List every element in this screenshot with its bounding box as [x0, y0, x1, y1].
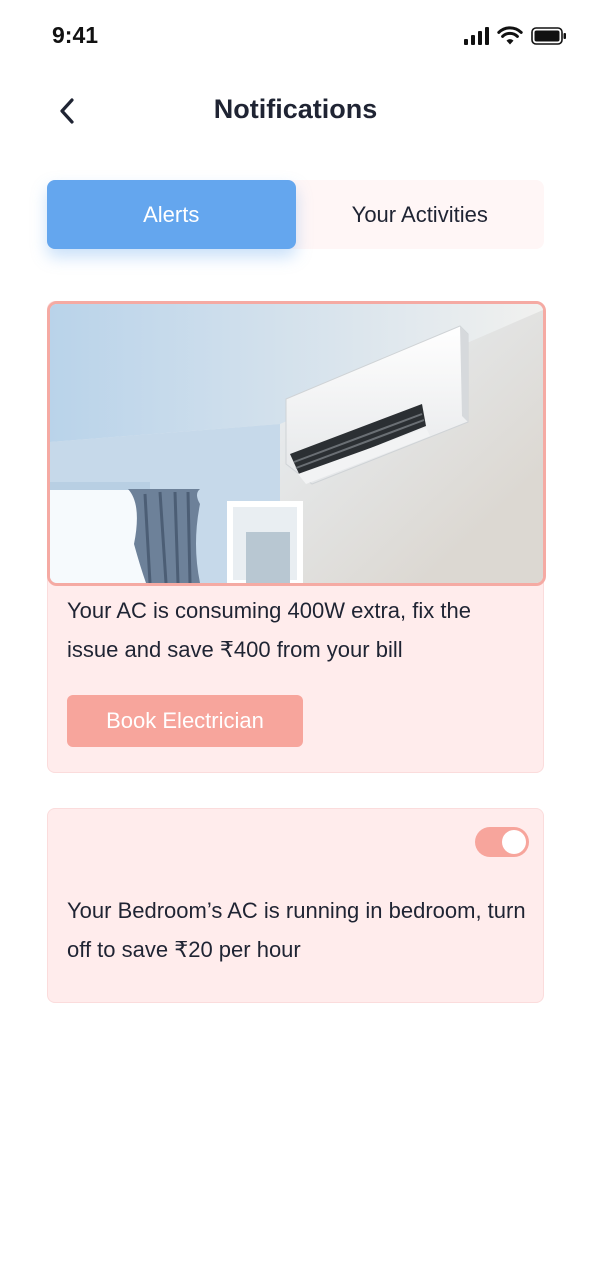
alert-message: Your AC is consuming 400W extra, fix the… — [67, 598, 471, 662]
header: Notifications — [0, 80, 591, 140]
wifi-icon — [497, 26, 523, 45]
tab-bar: Alerts Your Activities — [47, 180, 544, 249]
page-title: Notifications — [213, 94, 378, 124]
signal-icon — [464, 27, 489, 45]
status-bar: 9:41 — [0, 0, 591, 70]
status-icons — [464, 26, 567, 46]
tab-alerts[interactable]: Alerts — [47, 180, 296, 249]
tab-your-activities[interactable]: Your Activities — [296, 180, 545, 249]
alert-card-bedroom-ac: Your Bedroom’s AC is running in bedroom,… — [47, 808, 544, 1003]
alert-card-ac-consumption: Your AC is consuming 400W extra, fix the… — [47, 301, 546, 773]
status-time: 9:41 — [52, 22, 99, 48]
book-electrician-button[interactable]: Book Electrician — [67, 695, 303, 747]
battery-icon — [531, 27, 566, 45]
toggle-knob — [502, 830, 526, 854]
ac-power-toggle[interactable] — [475, 827, 529, 857]
air-conditioner-photo — [47, 301, 546, 586]
alert-message: Your Bedroom’s AC is running in bedroom,… — [67, 898, 526, 962]
